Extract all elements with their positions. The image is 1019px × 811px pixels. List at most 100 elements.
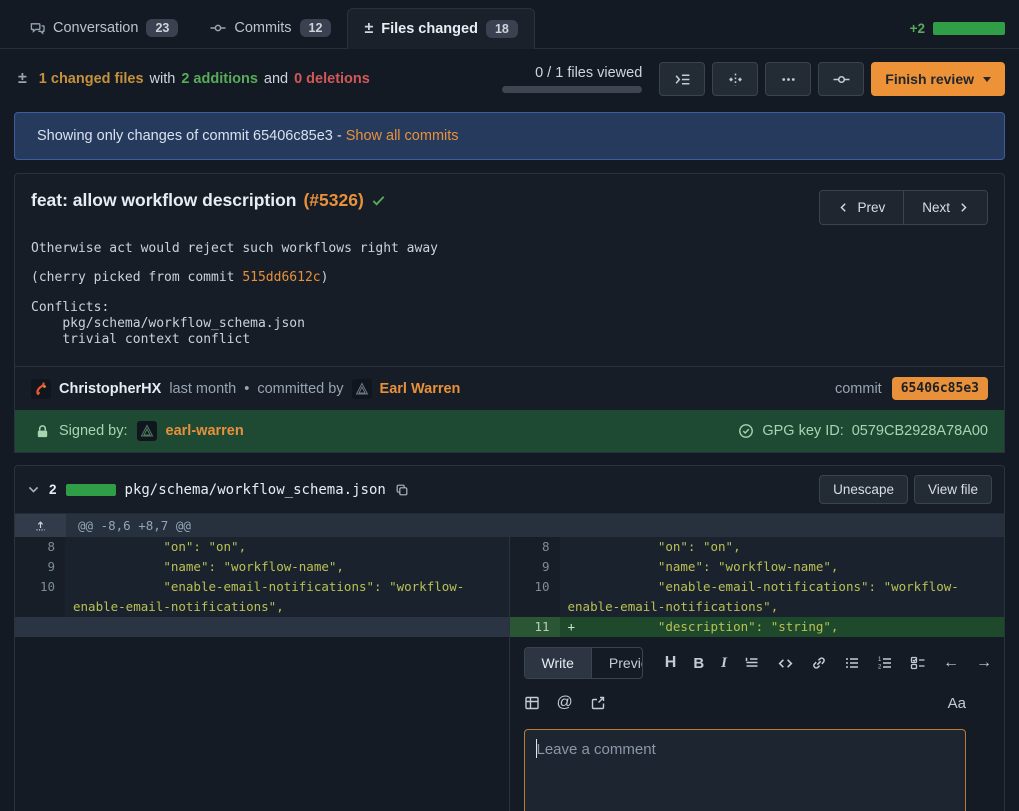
commit-author-row: ChristopherHX last month • committed by …	[15, 366, 1004, 410]
ordered-list-icon: 12	[877, 655, 893, 671]
prev-commit-button[interactable]: Prev	[820, 191, 903, 224]
link-button[interactable]	[811, 655, 827, 671]
cherry-pick-sha-link[interactable]: 515dd6612c	[242, 270, 320, 285]
svg-text:1: 1	[878, 657, 882, 663]
diff-stat-bar	[933, 22, 1005, 35]
text-size-button[interactable]: Aa	[948, 695, 992, 712]
diff-line: 8 "on": "on",	[15, 537, 509, 557]
line-number[interactable]: 9	[510, 557, 560, 577]
committed-by-label: committed by	[257, 381, 343, 397]
check-icon	[371, 193, 386, 208]
conversation-icon	[30, 21, 45, 36]
quote-icon	[744, 655, 760, 671]
commit-pager: Prev Next	[819, 190, 988, 225]
gpg-key-id: 0579CB2928A78A00	[852, 423, 988, 439]
diff-line: 9 "name": "workflow-name",	[510, 557, 1005, 577]
bold-button[interactable]: B	[693, 655, 704, 672]
tab-files-changed[interactable]: ± Files changed 18	[347, 8, 534, 49]
tab-write[interactable]: Write	[525, 648, 592, 678]
tab-commits[interactable]: Commits 12	[194, 8, 347, 48]
line-number[interactable]: 10	[510, 577, 560, 617]
tab-preview[interactable]: Preview	[592, 648, 643, 678]
committer-avatar[interactable]	[352, 379, 372, 399]
finish-review-button[interactable]: Finish review	[871, 62, 1005, 96]
unescape-button[interactable]: Unescape	[819, 475, 908, 504]
line-number[interactable]: 8	[15, 537, 65, 557]
diff-new-side: 8 "on": "on", 9 "name": "workflow-name",…	[510, 537, 1005, 637]
commit-time: last month	[169, 381, 236, 397]
copy-path-icon[interactable]	[395, 483, 409, 497]
diff-options-button[interactable]	[765, 62, 811, 96]
diff-stat-additions: +2	[910, 21, 925, 36]
prev-label: Prev	[857, 200, 885, 215]
quote-button[interactable]	[744, 655, 760, 671]
signer-name-link[interactable]: earl-warren	[166, 423, 244, 439]
commit-title-text: feat: allow workflow description	[31, 190, 296, 211]
commit-message-line: (cherry picked from commit 515dd6612c)	[31, 270, 988, 286]
view-file-button[interactable]: View file	[914, 475, 992, 504]
diff-hunk-row: @@ -8,6 +8,7 @@	[15, 513, 1004, 537]
pr-diff-stat: +2	[910, 21, 1005, 48]
files-changed-count-badge: 18	[486, 20, 518, 38]
summary-text: and	[264, 71, 288, 87]
tab-commits-label: Commits	[234, 20, 291, 36]
expand-hunk-button[interactable]	[15, 514, 66, 537]
chevron-down-icon	[983, 77, 991, 82]
text-cursor	[536, 739, 537, 758]
author-avatar[interactable]	[31, 379, 51, 399]
split-diff: 8 "on": "on", 9 "name": "workflow-name",…	[15, 537, 1004, 637]
heading-button[interactable]: H	[665, 654, 677, 672]
line-number[interactable]: 10	[15, 577, 65, 617]
additions-count: 2 additions	[181, 71, 258, 87]
unordered-list-icon	[844, 655, 860, 671]
file-tree-toggle-button[interactable]	[659, 62, 705, 96]
code-button[interactable]	[777, 655, 794, 672]
diff-line: 8 "on": "on",	[510, 537, 1005, 557]
commit-title: feat: allow workflow description (#5326)	[31, 190, 386, 211]
commit-icon	[210, 20, 226, 36]
file-diff-header: 2 pkg/schema/workflow_schema.json Unesca…	[15, 466, 1004, 513]
undo-arrow-button[interactable]: ←	[943, 654, 959, 672]
diff-old-side: 8 "on": "on", 9 "name": "workflow-name",…	[15, 537, 510, 637]
next-commit-button[interactable]: Next	[903, 191, 987, 224]
tab-conversation[interactable]: Conversation 23	[14, 8, 194, 48]
author-name-link[interactable]: ChristopherHX	[59, 381, 161, 397]
collapse-file-chevron-down-icon[interactable]	[27, 483, 40, 496]
issue-reference-link[interactable]: (#5326)	[303, 190, 363, 211]
diff-line: 10 "enable-email-notifications": "workfl…	[510, 577, 1005, 617]
committer-name-link[interactable]: Earl Warren	[380, 381, 461, 397]
finish-review-label: Finish review	[885, 71, 974, 87]
unordered-list-button[interactable]	[844, 655, 860, 671]
task-list-icon	[910, 655, 926, 671]
pr-tab-bar: Conversation 23 Commits 12 ± Files chang…	[0, 0, 1019, 49]
task-list-button[interactable]	[910, 655, 926, 671]
reference-button[interactable]	[590, 695, 606, 711]
comment-input[interactable]	[524, 729, 967, 811]
files-viewed-progress	[502, 86, 642, 93]
ordered-list-button[interactable]: 12	[877, 655, 893, 671]
line-number[interactable]: 9	[15, 557, 65, 577]
files-viewed-label: 0 / 1 files viewed	[535, 65, 642, 81]
table-button[interactable]	[524, 695, 540, 711]
commits-count-badge: 12	[300, 19, 332, 37]
banner-text: Showing only changes of commit 65406c85e…	[37, 128, 342, 144]
gpg-key-label: GPG key ID:	[762, 423, 843, 439]
diff-code-line: "on": "on",	[65, 537, 509, 557]
mention-button[interactable]: @	[557, 694, 573, 712]
diff-line: 10 "enable-email-notifications": "workfl…	[15, 577, 509, 617]
diff-code-line: + "description": "string",	[560, 617, 1005, 637]
line-number[interactable]: 8	[510, 537, 560, 557]
inline-comment-form: Write Preview H B I	[510, 637, 1005, 811]
commit-sha-badge[interactable]: 65406c85e3	[892, 377, 988, 400]
file-name[interactable]: pkg/schema/workflow_schema.json	[125, 482, 386, 498]
whitespace-options-button[interactable]	[712, 62, 758, 96]
select-commits-button[interactable]	[818, 62, 864, 96]
italic-button[interactable]: I	[721, 655, 727, 672]
show-all-commits-link[interactable]: Show all commits	[346, 128, 459, 144]
chevron-right-icon	[958, 202, 969, 213]
line-number[interactable]: 11	[510, 617, 560, 637]
redo-arrow-button[interactable]: →	[976, 654, 992, 672]
changed-files-count: 1 changed files	[39, 71, 144, 87]
diff-icon: ±	[18, 71, 27, 87]
signer-avatar[interactable]	[137, 421, 157, 441]
